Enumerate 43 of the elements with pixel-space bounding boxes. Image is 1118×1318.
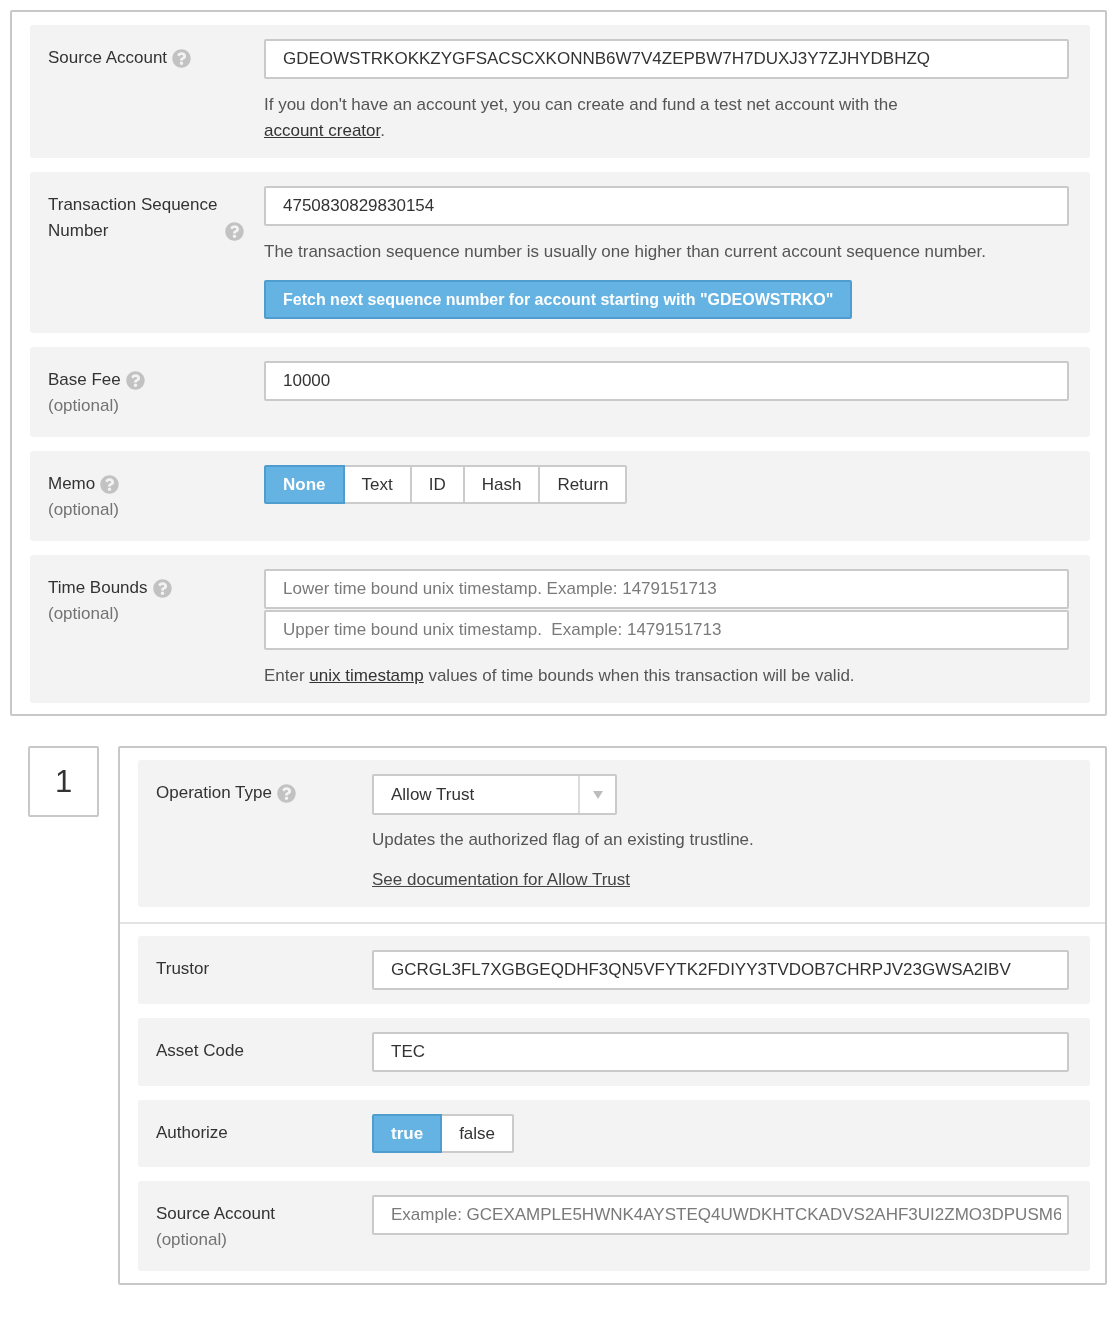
- help-icon[interactable]: [225, 222, 244, 241]
- field-label: Asset Code: [156, 1040, 244, 1062]
- help-icon[interactable]: [125, 371, 145, 390]
- help-text: The transaction sequence number is usually one higher than current account sequence number.: [264, 241, 987, 263]
- input-field[interactable]: Upper time bound unix timestamp. Example: 1479151713: [264, 610, 1069, 650]
- operation-description: Updates the authorized flag of an existing trustline.: [372, 829, 754, 851]
- memo-option[interactable]: Text: [342, 465, 412, 504]
- field-label: Authorize: [156, 1122, 228, 1144]
- toggle-option[interactable]: false: [440, 1114, 515, 1153]
- help-icon[interactable]: [172, 49, 192, 68]
- input-field[interactable]: TEC: [372, 1032, 1069, 1072]
- field-label: Time Bounds: [48, 577, 148, 599]
- field-label: Source Account: [156, 1203, 276, 1225]
- field-label: Trustor: [156, 958, 210, 980]
- text-link[interactable]: unix timestamp: [309, 666, 424, 685]
- documentation-link[interactable]: See documentation for Allow Trust: [372, 867, 630, 893]
- help-text: If you don't have an account yet, you can create and fund a test net account with the account creator.: [264, 94, 899, 142]
- input-field[interactable]: Lower time bound unix timestamp. Example: 1479151713: [264, 569, 1069, 609]
- optional-label: (optional): [48, 395, 119, 417]
- input-field[interactable]: Example: GCEXAMPLE5HWNK4AYSTEQ4UWDKHTCKADVS2AHF3UI2ZMO3DPUSM6: [372, 1195, 1069, 1235]
- caret-icon: [592, 790, 603, 799]
- field-label: Base Fee: [48, 369, 121, 391]
- input-field[interactable]: 10000: [264, 361, 1069, 401]
- optional-label: (optional): [156, 1229, 227, 1251]
- input-field[interactable]: GCRGL3FL7XGBGEQDHF3QN5VFYTK2FDIYY3TVDOB7CHRPJV23GWSA2IBV: [372, 950, 1069, 990]
- optional-label: (optional): [48, 499, 119, 521]
- memo-option[interactable]: Return: [538, 465, 628, 504]
- input-field[interactable]: 4750830829830154: [264, 186, 1069, 226]
- memo-option[interactable]: ID: [409, 465, 465, 504]
- field-label: Memo: [48, 473, 96, 495]
- input-field[interactable]: GDEOWSTRKOKKZYGFSACSCXKONNB6W7V4ZEPBW7H7DUXJ3Y7ZJHYDBHZQ: [264, 39, 1069, 79]
- operation-type-dropdown[interactable]: Allow Trust: [372, 774, 617, 815]
- text-link[interactable]: account creator: [264, 121, 381, 140]
- optional-label: (optional): [48, 603, 119, 625]
- operation-number: 1: [28, 746, 99, 817]
- memo-option[interactable]: Hash: [462, 465, 541, 504]
- help-icon[interactable]: [152, 579, 172, 598]
- help-icon[interactable]: [100, 475, 120, 494]
- field-label: Transaction Sequence Number: [48, 194, 219, 242]
- help-icon[interactable]: [276, 784, 296, 803]
- field-label: Operation Type: [156, 782, 272, 804]
- field-label: Source Account: [48, 47, 168, 69]
- help-text: Enter unix timestamp values of time bounds when this transaction will be valid.: [264, 665, 856, 687]
